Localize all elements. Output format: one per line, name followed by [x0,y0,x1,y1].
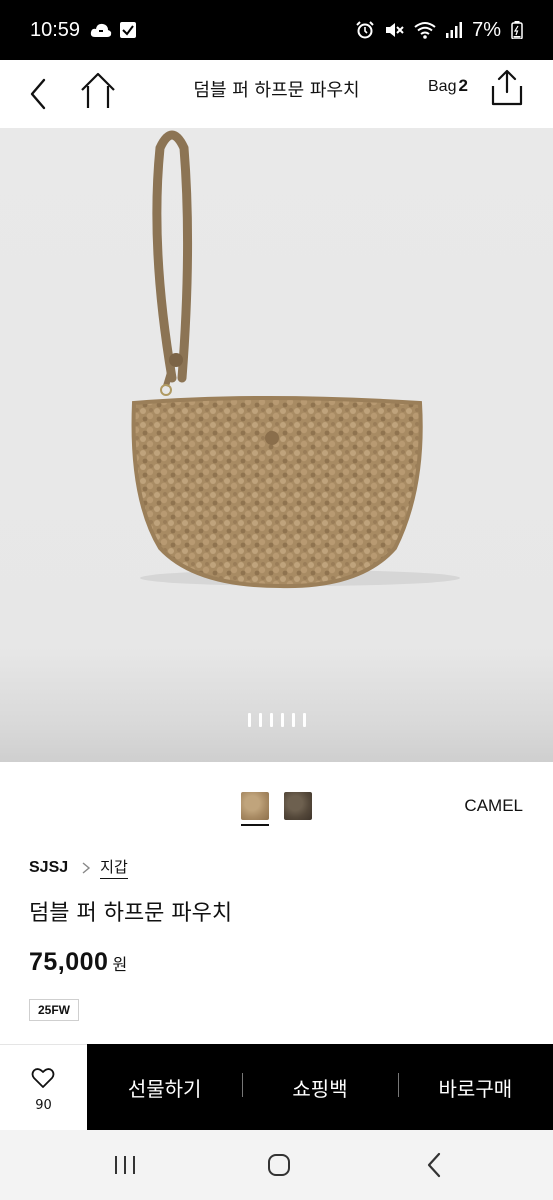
breadcrumb: SJSJ 지갑 [29,856,128,879]
back-button[interactable] [22,74,56,114]
purchase-buttons: 선물하기 쇼핑백 바로구매 [87,1044,553,1130]
status-right: 7% [356,19,523,42]
check-icon [120,22,137,38]
battery-percent: 7% [472,18,501,41]
wifi-icon [414,22,436,39]
image-pager [0,713,553,727]
gift-button[interactable]: 선물하기 [87,1073,242,1102]
selected-swatch-indicator [241,824,269,826]
bag-count: 2 [458,76,468,95]
pager-dot [291,713,295,727]
add-to-bag-button[interactable]: 쇼핑백 [242,1072,397,1102]
price: 75,000 [29,948,109,976]
alarm-icon [356,21,374,39]
pager-dot [247,713,251,727]
home-button[interactable] [78,70,118,110]
brand-link[interactable]: SJSJ [29,859,68,877]
buy-now-button[interactable]: 바로구매 [397,1072,553,1102]
heart-icon [31,1068,55,1088]
share-button[interactable] [489,68,525,108]
pager-dot [258,713,262,727]
recent-apps-icon[interactable] [113,1154,137,1176]
signal-icon [446,22,463,38]
status-left-icons [90,22,137,38]
swatch-camel[interactable] [241,792,269,820]
selected-color-name: CAMEL [464,796,523,815]
color-selector: CAMEL [0,762,553,842]
cloud-icon [90,23,112,37]
wishlist-count: 90 [35,1098,52,1113]
swatch-dark-brown[interactable] [284,792,312,820]
pager-dot [302,713,306,727]
season-badge: 25FW [29,999,79,1021]
bag-button[interactable]: Bag 2 [428,76,468,96]
bag-label: Bag [428,78,457,95]
app-header: 덤블 퍼 하프문 파우치 Bag 2 [0,60,553,128]
page-title: 덤블 퍼 하프문 파우치 [193,80,360,101]
chevron-right-icon [82,861,91,874]
nav-home-icon[interactable] [267,1153,291,1177]
category-link[interactable]: 지갑 [100,856,128,879]
system-nav-bar [0,1130,553,1200]
bottom-action-bar: 90 선물하기 쇼핑백 바로구매 [0,1044,553,1130]
wishlist-button[interactable]: 90 [0,1044,87,1130]
currency: 원 [112,955,128,974]
battery-icon [511,21,523,39]
mute-icon [386,23,404,37]
nav-back-icon[interactable] [425,1152,443,1178]
pager-dot [280,713,284,727]
product-image-gallery[interactable] [0,128,553,762]
status-bar: 10:59 7% [0,0,553,60]
product-name: 덤블 퍼 하프문 파우치 [29,901,233,926]
price-row: 75,000 원 [29,948,127,977]
product-photo-pouch [131,130,460,589]
pager-dot [269,713,273,727]
status-time: 10:59 [30,18,81,41]
